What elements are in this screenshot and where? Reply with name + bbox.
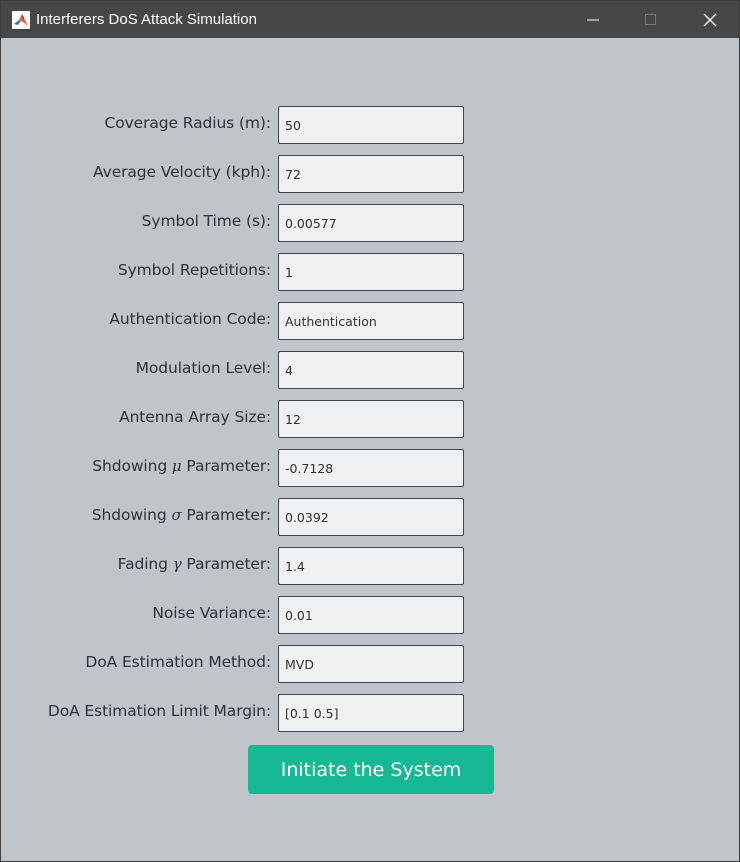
window-title: Interferers DoS Attack Simulation (36, 11, 257, 28)
authentication-code-field[interactable] (278, 302, 464, 340)
coverage-radius-label: Coverage Radius (m): (104, 114, 271, 132)
form-row-noise-variance: Noise Variance: (1, 596, 740, 634)
shadowing-sigma-label: Shdowing σ Parameter: (92, 506, 271, 524)
fading-gamma-field[interactable] (278, 547, 464, 585)
noise-variance-field[interactable] (278, 596, 464, 634)
noise-variance-label: Noise Variance: (152, 604, 271, 622)
symbol-time-field[interactable] (278, 204, 464, 242)
shadowing-sigma-label-suffix: Parameter: (181, 506, 271, 524)
shadowing-mu-label: Shdowing μ Parameter: (92, 457, 271, 475)
shadowing-mu-label-symbol: μ (171, 457, 182, 475)
form-row-average-velocity: Average Velocity (kph): (1, 155, 740, 193)
fading-gamma-label: Fading γ Parameter: (118, 555, 271, 573)
form-row-symbol-time: Symbol Time (s): (1, 204, 740, 242)
app-window: Interferers DoS Attack Simulation Covera… (0, 0, 740, 862)
shadowing-mu-label-suffix: Parameter: (181, 457, 271, 475)
form-row-modulation-level: Modulation Level: (1, 351, 740, 389)
doa-estimation-limit-margin-label: DoA Estimation Limit Margin: (47, 702, 271, 720)
authentication-code-label: Authentication Code: (109, 310, 271, 328)
modulation-level-field[interactable] (278, 351, 464, 389)
symbol-time-label: Symbol Time (s): (141, 212, 271, 230)
fading-gamma-label-symbol: γ (172, 555, 182, 573)
doa-estimation-limit-margin-field[interactable] (278, 694, 464, 732)
doa-estimation-method-label: DoA Estimation Method: (85, 653, 271, 671)
minimize-icon (587, 19, 599, 21)
maximize-button[interactable] (622, 1, 680, 38)
matlab-icon (12, 11, 30, 29)
form-row-symbol-repetitions: Symbol Repetitions: (1, 253, 740, 291)
shadowing-sigma-label-prefix: Shdowing (91, 506, 172, 524)
shadowing-mu-field[interactable] (278, 449, 464, 487)
form-row-shadowing-mu: Shdowing μ Parameter: (1, 449, 740, 487)
average-velocity-label: Average Velocity (kph): (93, 163, 271, 181)
maximize-icon (645, 14, 656, 25)
modulation-level-label: Modulation Level: (135, 359, 271, 377)
close-button[interactable] (681, 1, 739, 38)
form-row-doa-estimation-limit-margin: DoA Estimation Limit Margin: (1, 694, 740, 732)
initiate-system-button[interactable]: Initiate the System (248, 745, 494, 794)
form-row-doa-estimation-method: DoA Estimation Method: (1, 645, 740, 683)
coverage-radius-field[interactable] (278, 106, 464, 144)
form-row-authentication-code: Authentication Code: (1, 302, 740, 340)
symbol-repetitions-field[interactable] (278, 253, 464, 291)
symbol-repetitions-label: Symbol Repetitions: (117, 261, 271, 279)
shadowing-mu-label-prefix: Shdowing (92, 457, 172, 475)
fading-gamma-label-prefix: Fading (117, 555, 173, 573)
average-velocity-field[interactable] (278, 155, 464, 193)
antenna-array-size-field[interactable] (278, 400, 464, 438)
fading-gamma-label-suffix: Parameter: (181, 555, 271, 573)
form-row-fading-gamma: Fading γ Parameter: (1, 547, 740, 585)
minimize-button[interactable] (564, 1, 622, 38)
close-icon (703, 13, 717, 27)
doa-estimation-method-field[interactable] (278, 645, 464, 683)
form-row-shadowing-sigma: Shdowing σ Parameter: (1, 498, 740, 536)
shadowing-sigma-label-symbol: σ (171, 506, 182, 524)
title-bar[interactable]: Interferers DoS Attack Simulation (1, 1, 739, 38)
antenna-array-size-label: Antenna Array Size: (119, 408, 271, 426)
form-row-coverage-radius: Coverage Radius (m): (1, 106, 740, 144)
form-row-antenna-array-size: Antenna Array Size: (1, 400, 740, 438)
shadowing-sigma-field[interactable] (278, 498, 464, 536)
